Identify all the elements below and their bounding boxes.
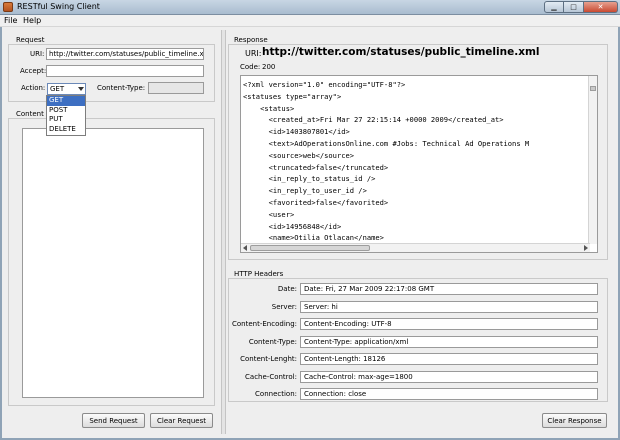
response-body-line: <in_reply_to_user_id /> [243, 186, 367, 196]
chevron-down-icon [78, 87, 84, 91]
horizontal-scroll-thumb[interactable] [250, 245, 370, 251]
horizontal-scrollbar[interactable] [241, 243, 590, 252]
response-body-line: <user> [243, 209, 295, 219]
header-label: Cache-Control: [245, 372, 297, 381]
header-label: Connection: [255, 390, 297, 398]
request-section-label: Request [16, 36, 45, 44]
content-type-label: Content-Type: [97, 84, 146, 92]
header-label: Content-Encoding: [232, 320, 297, 328]
clear-request-button[interactable]: Clear Request [150, 413, 213, 428]
header-value[interactable]: Content-Encoding: UTF-8 [300, 318, 598, 330]
header-label: Server: [271, 302, 297, 311]
action-selected: GET [50, 85, 65, 93]
maximize-button[interactable]: □ [564, 1, 584, 13]
response-uri-label: URI: [245, 49, 262, 58]
code-value: 200 [262, 63, 276, 71]
menu-bar: File Help [0, 15, 620, 27]
response-body[interactable]: <?xml version="1.0" encoding="UTF-8"?> <s… [240, 75, 598, 253]
response-body-line: <text>AdOperationsOnline.com #Jobs: Tech… [243, 138, 530, 148]
send-request-button[interactable]: Send Request [82, 413, 145, 428]
menu-file[interactable]: File [4, 16, 17, 25]
response-body-line: <statuses type="array"> [243, 91, 342, 101]
app-icon [3, 2, 13, 12]
header-value[interactable]: Content-Type: application/xml [300, 335, 598, 348]
action-option-put[interactable]: PUT [47, 115, 85, 125]
response-body-line: <in_reply_to_status_id /> [243, 174, 376, 184]
action-dropdown-list: GET POST PUT DELETE [46, 95, 86, 136]
header-label: Content-Lenght: [240, 355, 297, 363]
minimize-icon: ▁ [551, 3, 557, 11]
close-button[interactable]: ✕ [584, 1, 618, 13]
action-option-post[interactable]: POST [47, 106, 85, 116]
title-bar: RESTful Swing Client ▁ □ ✕ [0, 0, 620, 15]
header-label: Content-Type: [248, 337, 297, 346]
maximize-icon: □ [570, 3, 577, 11]
window-title: RESTful Swing Client [17, 2, 100, 11]
response-body-line: <status> [243, 103, 295, 113]
uri-label: URI: [30, 50, 45, 58]
response-body-line: <favorited>false</favorited> [243, 197, 389, 207]
action-label: Action: [21, 84, 46, 92]
header-value[interactable]: Connection: close [300, 388, 598, 400]
action-option-delete[interactable]: DELETE [47, 125, 85, 135]
content-type-input[interactable] [148, 82, 204, 94]
code-label: Code: [240, 63, 261, 71]
content-textarea[interactable] [22, 128, 204, 398]
response-uri-value: http://twitter.com/statuses/public_timel… [262, 46, 540, 58]
clear-response-button[interactable]: Clear Response [542, 413, 607, 428]
accept-label: Accept: [20, 67, 47, 75]
header-value[interactable]: Content-Length: 18126 [300, 353, 598, 365]
action-combo[interactable]: GET [47, 83, 86, 95]
header-value[interactable]: Cache-Control: max-age=1800 [300, 370, 598, 383]
response-body-line: <truncated>false</truncated> [243, 162, 389, 172]
response-body-line: <id>1403807801</id> [243, 127, 350, 137]
scroll-left-icon[interactable] [243, 245, 247, 251]
menu-help[interactable]: Help [23, 16, 41, 25]
uri-input[interactable]: http://twitter.com/statuses/public_timel… [46, 48, 204, 60]
header-value[interactable]: Date: Fri, 27 Mar 2009 22:17:08 GMT [300, 283, 598, 295]
window-controls: ▁ □ ✕ [544, 1, 618, 13]
response-body-line: <id>14956848</id> [243, 221, 342, 231]
response-body-line: <?xml version="1.0" encoding="UTF-8"?> [243, 80, 406, 89]
close-icon: ✕ [597, 3, 604, 11]
response-body-line: <created_at>Fri Mar 27 22:15:14 +0000 20… [243, 115, 504, 125]
action-option-get[interactable]: GET [47, 96, 85, 106]
header-label: Date: [277, 285, 297, 293]
response-section-label: Response [234, 36, 268, 44]
scroll-right-icon[interactable] [584, 245, 588, 251]
response-body-text: <?xml version="1.0" encoding="UTF-8"?> <s… [243, 79, 588, 244]
vertical-scrollbar[interactable] [588, 76, 597, 244]
response-body-line: <source>web</source> [243, 150, 355, 160]
minimize-button[interactable]: ▁ [544, 1, 564, 13]
accept-input[interactable] [46, 65, 204, 77]
vertical-scroll-thumb[interactable] [590, 86, 596, 91]
header-value[interactable]: Server: hi [300, 300, 598, 313]
headers-section-label: HTTP Headers [234, 270, 284, 278]
